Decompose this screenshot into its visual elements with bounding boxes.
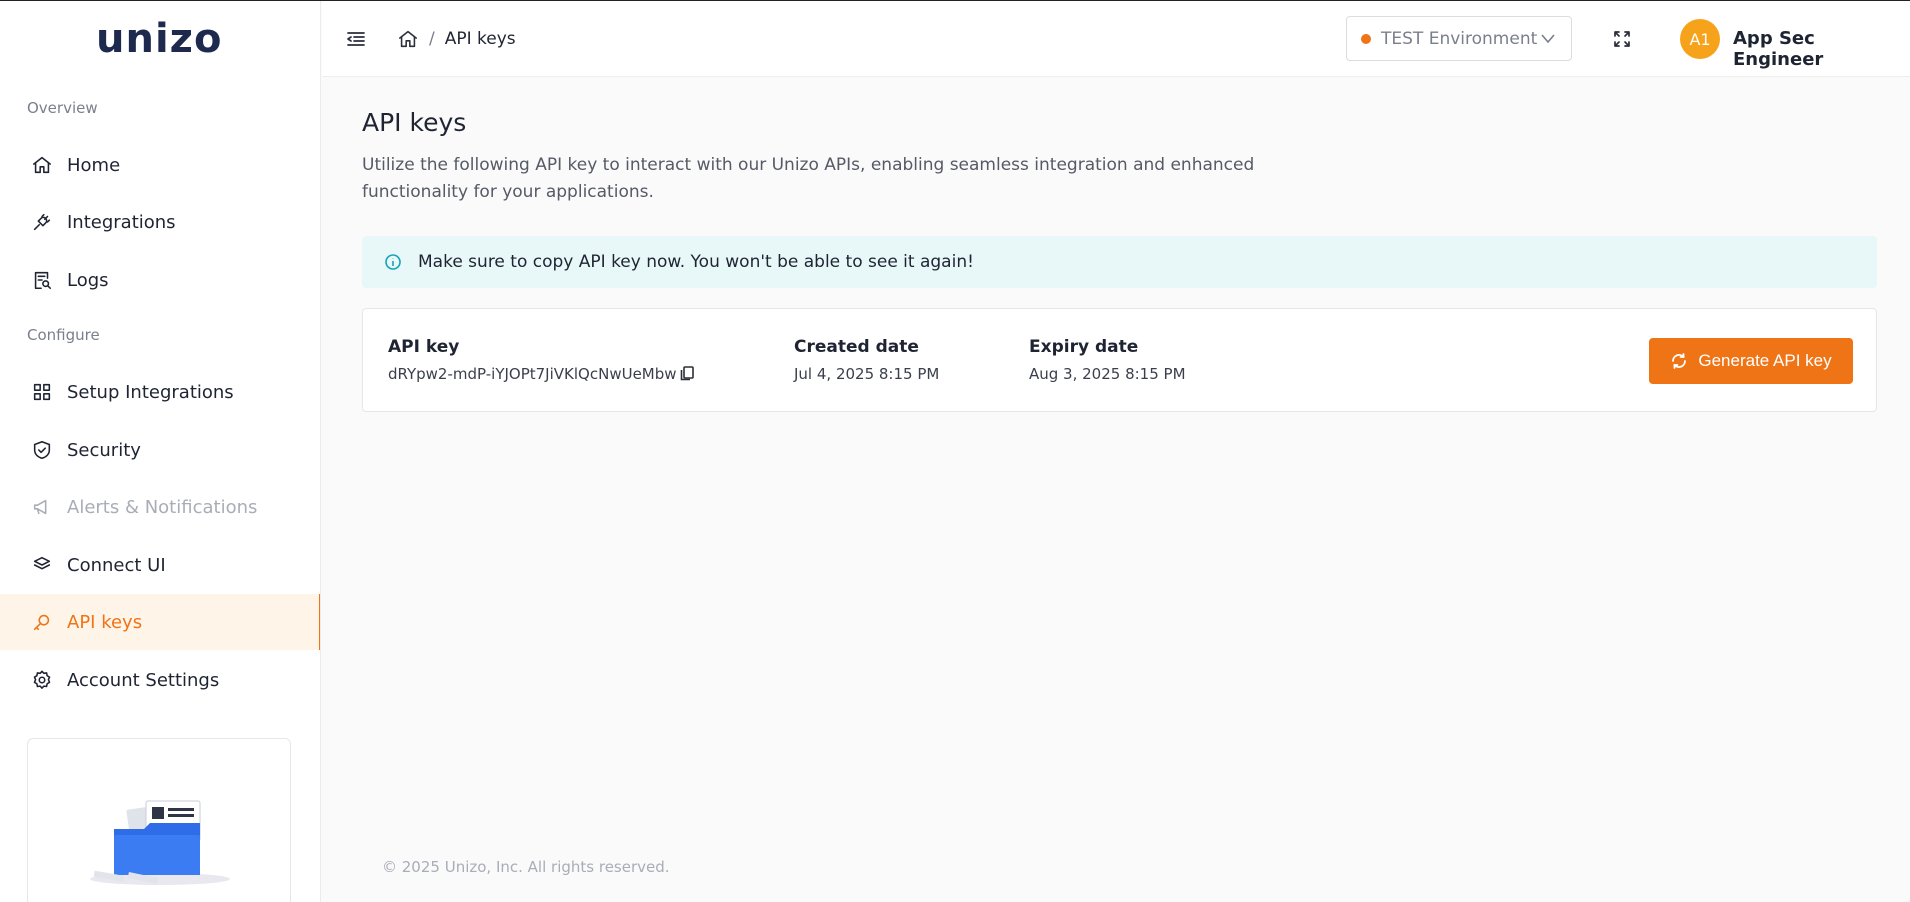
breadcrumb-separator: /	[429, 29, 435, 49]
brand-logo[interactable]: unizo	[96, 15, 226, 63]
environment-label: TEST Environment	[1381, 28, 1538, 49]
info-icon	[384, 253, 402, 271]
section-label-configure: Configure	[27, 326, 100, 344]
expiry-date-label: Expiry date	[1029, 337, 1139, 357]
generate-api-key-button[interactable]: Generate API key	[1649, 338, 1853, 384]
sidebar-item-label: Home	[67, 154, 121, 176]
section-label-overview: Overview	[27, 99, 98, 117]
sidebar-item-label: Integrations	[67, 211, 176, 233]
sidebar-item-label: Logs	[67, 269, 109, 291]
created-date-value: Jul 4, 2025 8:15 PM	[794, 365, 940, 383]
home-icon	[30, 153, 54, 177]
log-search-icon	[30, 268, 54, 292]
created-date-label: Created date	[794, 337, 919, 357]
key-icon	[30, 610, 54, 634]
layers-icon	[30, 553, 54, 577]
breadcrumb: / API keys	[397, 27, 516, 51]
page-description: Utilize the following API key to interac…	[362, 155, 1255, 202]
sidebar-item-label: Security	[67, 439, 141, 461]
sidebar-item-label: API keys	[67, 611, 143, 633]
sidebar-item-label: Alerts & Notifications	[67, 496, 258, 518]
expiry-date-value: Aug 3, 2025 8:15 PM	[1029, 365, 1186, 383]
footer-copyright: © 2025 Unizo, Inc. All rights reserved.	[382, 858, 670, 876]
generate-button-label: Generate API key	[1698, 351, 1832, 370]
alert-message: Make sure to copy API key now. You won't…	[418, 252, 974, 272]
shield-check-icon	[30, 438, 54, 462]
sidebar-item-account-settings[interactable]: Account Settings	[0, 652, 320, 708]
sidebar-item-home[interactable]: Home	[0, 137, 320, 193]
sidebar-item-setup-integrations[interactable]: Setup Integrations	[0, 364, 320, 420]
sidebar-item-security[interactable]: Security	[0, 422, 320, 478]
sidebar-collapse-icon[interactable]	[344, 27, 368, 51]
sidebar: unizo Overview Home Integrations Logs Co…	[0, 1, 321, 902]
breadcrumb-current: API keys	[444, 29, 516, 49]
api-key-card: API key dRYpw2-mdP-iYJOPt7JiVKlQcNwUeMbw…	[362, 308, 1877, 412]
promo-card	[27, 738, 291, 902]
sidebar-item-integrations[interactable]: Integrations	[0, 194, 320, 250]
folder-illustration	[90, 800, 230, 885]
breadcrumb-home-icon[interactable]	[397, 28, 419, 50]
grid-icon	[30, 380, 54, 404]
megaphone-icon	[30, 495, 54, 519]
avatar[interactable]: A1	[1680, 19, 1720, 59]
sidebar-item-connect-ui[interactable]: Connect UI	[0, 537, 320, 593]
fullscreen-icon[interactable]	[1610, 27, 1634, 51]
refresh-icon	[1670, 352, 1688, 370]
sidebar-item-alerts-notifications: Alerts & Notifications	[0, 479, 320, 535]
environment-status-dot	[1361, 33, 1371, 44]
sidebar-item-label: Connect UI	[67, 554, 166, 576]
sidebar-item-label: Setup Integrations	[67, 381, 234, 403]
api-key-value[interactable]: dRYpw2-mdP-iYJOPt7JiVKlQcNwUeMbw	[388, 365, 677, 383]
api-key-label: API key	[388, 337, 460, 357]
plug-icon	[30, 210, 54, 234]
user-name[interactable]: App Sec Engineer	[1733, 28, 1910, 70]
chevron-down-icon	[1539, 29, 1557, 47]
gear-icon	[30, 668, 54, 692]
top-header: / API keys TEST Environment A1 App Sec E…	[322, 1, 1910, 77]
sidebar-item-label: Account Settings	[67, 669, 220, 691]
sidebar-item-api-keys[interactable]: API keys	[0, 594, 320, 650]
info-alert: Make sure to copy API key now. You won't…	[362, 236, 1877, 288]
environment-select[interactable]: TEST Environment	[1346, 16, 1572, 61]
page-title: API keys	[362, 108, 467, 137]
sidebar-item-logs[interactable]: Logs	[0, 252, 320, 308]
copy-icon[interactable]	[678, 364, 696, 382]
